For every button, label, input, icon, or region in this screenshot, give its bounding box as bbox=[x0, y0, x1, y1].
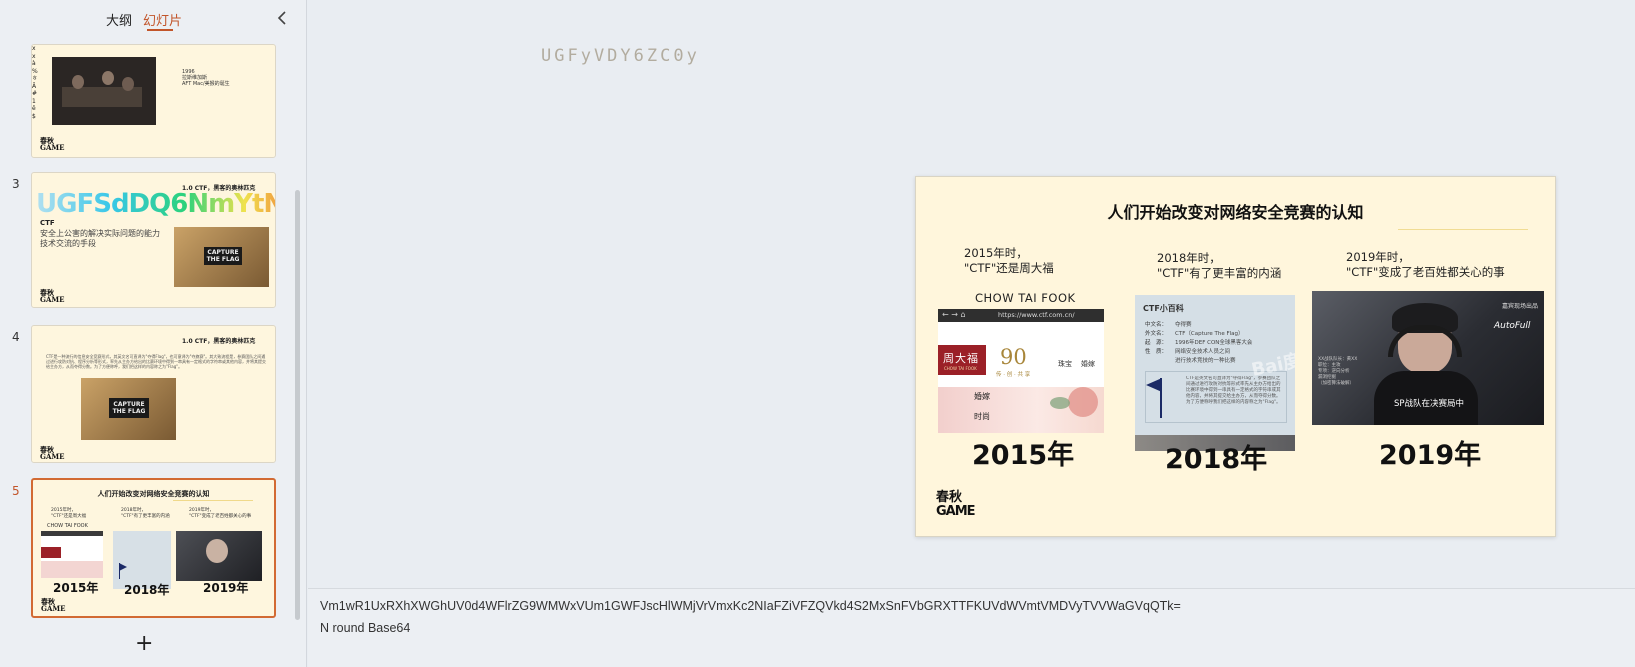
url-text: https://www.ctf.com.cn/ bbox=[998, 311, 1075, 319]
baike-row-value: 进行技术竞技的一种比赛 bbox=[1175, 358, 1236, 364]
thumb-photo: CAPTURE THE FLAG bbox=[81, 378, 176, 440]
active-tab-indicator bbox=[147, 29, 173, 31]
ninety-anniversary-text: 90 bbox=[1000, 345, 1027, 369]
col-3-caption-line-2: "CTF"变成了老百姓都关心的事 bbox=[1346, 265, 1505, 279]
thumb-brand: CHOW TAI FOOK bbox=[47, 523, 88, 529]
photo-info-text: XX战队队长：黄XX 职位：主攻 专项：逆向分析 漏洞挖掘 （加密算法破解） bbox=[1318, 357, 1358, 386]
slide-thumbnail-3[interactable]: 1.0 CTF，黑客的奥林匹克 UGFSdDQ6NmYtNDA: CTF 安全上… bbox=[31, 172, 276, 308]
chunqiu-logo-bottom: GAME bbox=[936, 504, 976, 519]
col-3-caption-line-1: 2019年时， bbox=[1346, 250, 1410, 264]
thumb-header: 1.0 CTF，黑客的奥林匹克 bbox=[182, 338, 256, 345]
site-banner: 婚嫁 时尚 bbox=[938, 387, 1104, 433]
slide-thumbnail-2[interactable]: x x à % ㅎ Ã # 1 ê $ 1996 拉斯维加斯 AFT Mac/美… bbox=[31, 44, 276, 158]
baike-row-value: 网络安全技术人员之间 bbox=[1175, 349, 1231, 355]
baike-row-value: 1996年DEF CON全球黑客大会 bbox=[1175, 340, 1253, 346]
col-2-caption-line-2: "CTF"有了更丰富的内涵 bbox=[1157, 266, 1282, 280]
thumb-rainbow-text: UGFSdDQ6NmYtNDA: bbox=[36, 189, 275, 219]
thumb-title: CTF bbox=[40, 219, 55, 227]
brand-label: CHOW TAI FOOK bbox=[975, 291, 1076, 305]
year-2019-label: 2019年 bbox=[1379, 440, 1482, 471]
slide-thumbnail-5[interactable]: 人们开始改变对网络安全竞赛的认知 2015年时， "CTF"还是周大福 2018… bbox=[31, 478, 276, 618]
panel-scrollbar[interactable] bbox=[295, 190, 300, 620]
panel-tab-bar: 大纲 幻灯片 bbox=[0, 0, 307, 38]
slide-number: 4 bbox=[12, 330, 20, 344]
speaker-notes-pane[interactable]: Vm1wR1UxRXhXWGhUV0d4WFlrZG9WMWxVUm1GWFJs… bbox=[308, 588, 1635, 667]
ctf-website-screenshot: ← → ⌂ https://www.ctf.com.cn/ 周大福 CHOW T… bbox=[938, 309, 1104, 433]
baike-row-key: 起 源： bbox=[1145, 340, 1168, 346]
baike-row-key: 中文名： bbox=[1145, 322, 1168, 328]
esports-player-photo: 嘉宾现场出品 AutoFull XX战队队长：黄XX 职位：主攻 专项：逆向分析… bbox=[1312, 291, 1544, 425]
thumb-logo: 春秋 GAME bbox=[40, 445, 65, 461]
baike-row-value: CTF（Capture The Flag） bbox=[1175, 331, 1244, 337]
baike-row: 外文名： CTF（Capture The Flag） bbox=[1145, 330, 1291, 339]
notes-line-1: Vm1wR1UxRXhXWGhUV0d4WFlrZG9WMWxVUm1GWFJs… bbox=[320, 599, 1181, 613]
thumb-body: CTF是一种流行的信息安全竞赛形式，其英文名可直译为"夺得Flag"，也可意译为… bbox=[46, 354, 266, 369]
browser-bar: ← → ⌂ https://www.ctf.com.cn/ bbox=[938, 309, 1104, 322]
col-1-caption-line-2: "CTF"还是周大福 bbox=[964, 261, 1054, 275]
tab-slides[interactable]: 幻灯片 bbox=[143, 10, 182, 29]
site-nav-wedding: 婚嫁 bbox=[1081, 360, 1095, 368]
thumb-col-1: 2015年时， "CTF"还是周大福 bbox=[51, 508, 87, 519]
baike-row-value: 夺得赛 bbox=[1175, 322, 1192, 328]
thumb-year-2: 2018年 bbox=[124, 583, 170, 597]
thumb-photo bbox=[176, 531, 262, 581]
ninety-subtitle: 传 · 创 · 共 享 bbox=[996, 372, 1031, 378]
thumb-title: 人们开始改变对网络安全竞赛的认知 bbox=[97, 490, 210, 498]
slide-number: 5 bbox=[12, 484, 20, 498]
notes-line-2: N round Base64 bbox=[320, 621, 411, 635]
chow-tai-fook-logo: 周大福 CHOW TAI FOOK bbox=[938, 345, 986, 375]
thumb-col-2: 2018年时， "CTF"有了更丰富的内涵 bbox=[121, 508, 170, 519]
chevron-left-icon[interactable] bbox=[274, 8, 290, 28]
col-2-caption-line-1: 2018年时， bbox=[1157, 251, 1221, 265]
thumb-vertical-text: x x à % ㅎ Ã # 1 ê $ bbox=[32, 45, 38, 120]
thumb-logo: 春秋 GAME bbox=[40, 136, 65, 152]
title-underline bbox=[1398, 229, 1528, 230]
baike-title: CTF小百科 bbox=[1143, 304, 1184, 313]
thumb-site-image bbox=[41, 531, 103, 578]
photo-caption: SP战队在决赛局中 bbox=[1394, 399, 1465, 409]
thumb-photo: CAPTURE THE FLAG bbox=[174, 227, 269, 287]
chunqiu-logo-top: 春秋 bbox=[936, 490, 963, 505]
photo-brand-text: AutoFull bbox=[1494, 321, 1531, 331]
baike-row: 中文名： 夺得赛 bbox=[1145, 321, 1291, 330]
tab-outline[interactable]: 大纲 bbox=[106, 10, 132, 29]
baike-row: 起 源： 1996年DEF CON全球黑客大会 bbox=[1145, 339, 1291, 348]
add-slide-icon[interactable]: + bbox=[135, 633, 153, 655]
col-1-caption-line-1: 2015年时， bbox=[964, 246, 1028, 260]
thumb-year-3: 2019年 bbox=[203, 581, 249, 595]
year-2018-label: 2018年 bbox=[1165, 444, 1268, 475]
thumb-line-2: 技术交流的手段 bbox=[40, 239, 96, 248]
thumb-logo: 春秋 GAME bbox=[41, 597, 66, 613]
slide-thumbnail-4[interactable]: 1.0 CTF，黑客的奥林匹克 CTF是一种流行的信息安全竞赛形式，其英文名可直… bbox=[31, 325, 276, 463]
slide-title: 人们开始改变对网络安全竞赛的认知 bbox=[1107, 203, 1364, 222]
slide-number: 3 bbox=[12, 177, 20, 191]
site-nav-jewelry: 珠宝 bbox=[1058, 360, 1072, 368]
ctf-baike-card: CTF小百科 中文名： 夺得赛外文名： CTF（Capture The Flag） 起… bbox=[1135, 295, 1295, 451]
thumb-photo bbox=[52, 57, 156, 125]
baike-row-key: 外文名： bbox=[1145, 331, 1168, 337]
current-slide[interactable]: 人们开始改变对网络安全竞赛的认知 2015年时， "CTF"还是周大福 2018… bbox=[915, 176, 1556, 537]
baike-row-key: 性 质： bbox=[1145, 349, 1168, 355]
canvas-watermark-text: UGFyVDY6ZC0y bbox=[541, 46, 700, 66]
thumb-caption-3: AFT Mac/美猴的诞生 bbox=[182, 81, 230, 87]
slide-navigator-panel: 大纲 幻灯片 x x à % ㅎ Ã # 1 ê $ 1996 拉斯维加斯 AF… bbox=[0, 0, 307, 667]
flag-icon bbox=[1146, 378, 1162, 392]
thumb-logo: 春秋 GAME bbox=[40, 288, 65, 304]
photo-corner-text: 嘉宾现场出品 bbox=[1502, 303, 1539, 310]
year-2015-label: 2015年 bbox=[972, 440, 1075, 471]
thumb-col-3: 2019年时， "CTF"变成了老百姓都关心的事 bbox=[189, 508, 252, 519]
thumb-year-1: 2015年 bbox=[53, 581, 99, 595]
